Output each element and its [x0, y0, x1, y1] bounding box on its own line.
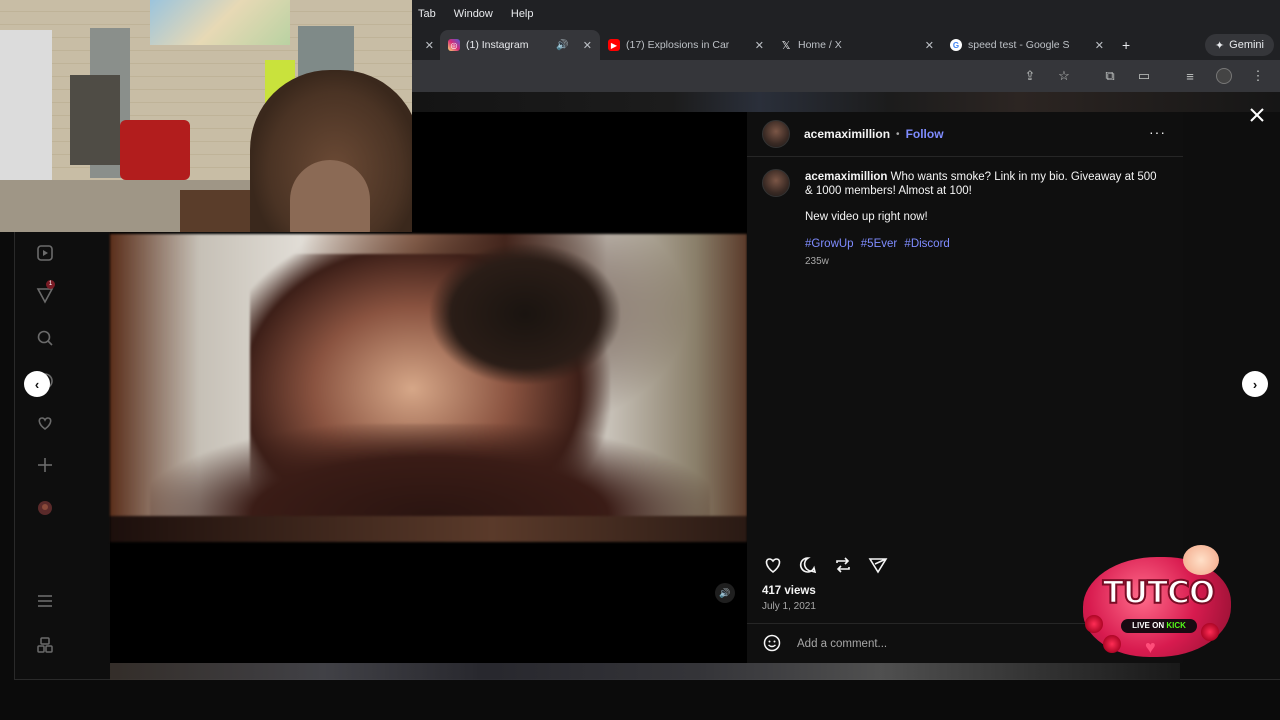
app-menubar: Tab Window Help: [412, 0, 1280, 28]
more-icon[interactable]: [34, 634, 56, 656]
wall-map: [150, 0, 290, 45]
install-app-icon[interactable]: ⇪: [1020, 66, 1040, 86]
post-age: 235w: [805, 256, 829, 267]
sparkle-icon: ✦: [1214, 39, 1225, 52]
tab-instagram[interactable]: ◎ (1) Instagram 🔊 ✕: [440, 30, 600, 60]
caption-avatar[interactable]: [762, 169, 790, 197]
gemini-label: Gemini: [1229, 39, 1264, 51]
menu-window[interactable]: Window: [454, 8, 493, 20]
cupid-icon: [1183, 545, 1219, 575]
post-actions: [761, 553, 889, 576]
hashtag-link[interactable]: #Discord: [904, 238, 949, 250]
view-count: 417 views: [762, 585, 816, 597]
page-background-strip: [412, 92, 1280, 112]
volume-icon[interactable]: 🔊: [715, 583, 735, 603]
browser-menu-icon[interactable]: ⋮: [1248, 66, 1268, 86]
bookmark-star-icon[interactable]: ☆: [1054, 66, 1074, 86]
tab-x[interactable]: 𝕏 Home / X ✕: [772, 30, 942, 60]
like-icon[interactable]: [761, 553, 784, 576]
heart-decoration-icon: ♥: [1145, 637, 1156, 657]
close-modal-icon[interactable]: [1247, 105, 1267, 125]
instagram-icon: ◎: [448, 39, 460, 51]
caption-username[interactable]: acemaximillion: [805, 171, 887, 183]
divider: [747, 156, 1183, 157]
video-frame[interactable]: [110, 234, 747, 542]
emoji-icon[interactable]: [762, 633, 782, 653]
tab-title: (1) Instagram: [466, 39, 529, 51]
youtube-icon: ▶: [608, 39, 620, 51]
more-options-icon[interactable]: ···: [1149, 124, 1166, 140]
extensions-icon[interactable]: ⧉: [1100, 66, 1120, 86]
post-header: acemaximillion • Follow: [762, 120, 944, 148]
caption-line2: New video up right now!: [805, 211, 928, 223]
repost-icon[interactable]: [831, 553, 854, 576]
logo-pill: LIVE ON KICK: [1121, 619, 1197, 633]
reels-icon[interactable]: [34, 242, 56, 264]
profile-avatar-icon[interactable]: [1214, 66, 1234, 86]
create-icon[interactable]: [34, 454, 56, 476]
menu-tab[interactable]: Tab: [418, 8, 436, 20]
next-post-button[interactable]: ›: [1242, 371, 1268, 397]
hashtag-link[interactable]: #GrowUp: [805, 238, 854, 250]
avatar[interactable]: [762, 120, 790, 148]
tab-title: speed test - Google S: [968, 39, 1070, 51]
close-icon[interactable]: ✕: [755, 39, 764, 52]
google-icon: G: [950, 39, 962, 51]
hashtag-list: #GrowUp #5Ever #Discord: [805, 238, 954, 250]
webcam-overlay: [0, 0, 412, 232]
follow-button[interactable]: Follow: [906, 127, 944, 141]
close-icon[interactable]: ✕: [425, 39, 434, 52]
video-subject-hair: [430, 244, 620, 384]
new-tab-button[interactable]: +: [1112, 30, 1140, 60]
screen: Tab Window Help ✕ ◎ (1) Instagram 🔊 ✕ ▶ …: [0, 0, 1280, 720]
browser-toolbar: ⇪ ☆ ⧉ ▭ ≡ ⋮: [412, 60, 1280, 92]
reading-list-icon[interactable]: ≡: [1180, 66, 1200, 86]
tab-youtube[interactable]: ▶ (17) Explosions in Car ✕: [600, 30, 772, 60]
notification-badge: 1: [46, 280, 55, 289]
chevron-left-icon: ‹: [34, 376, 40, 392]
close-icon[interactable]: ✕: [925, 39, 934, 52]
page-background-strip-bottom: [110, 663, 1180, 680]
streamer-face: [290, 160, 370, 232]
post-date: July 1, 2021: [762, 601, 816, 612]
streamer-logo: TUTCO LIVE ON KICK ♥: [1083, 545, 1231, 665]
comment-icon[interactable]: [796, 553, 819, 576]
speaker-icon[interactable]: 🔊: [556, 40, 568, 51]
hashtag-link[interactable]: #5Ever: [861, 238, 897, 250]
close-icon[interactable]: ✕: [1095, 39, 1104, 52]
logo-word: TUTCO: [1102, 574, 1217, 612]
previous-post-button[interactable]: ‹: [24, 371, 50, 397]
share-icon[interactable]: [866, 553, 889, 576]
tab-strip: ✕ ◎ (1) Instagram 🔊 ✕ ▶ (17) Explosions …: [412, 28, 1280, 60]
chevron-right-icon: ›: [1252, 376, 1258, 392]
side-panel-icon[interactable]: ▭: [1134, 66, 1154, 86]
video-floor: [110, 516, 747, 542]
messages-icon[interactable]: 1: [34, 280, 56, 306]
snowblower: [120, 120, 190, 180]
tab-google[interactable]: G speed test - Google S ✕: [942, 30, 1112, 60]
menu-icon[interactable]: [34, 590, 56, 612]
comment-input[interactable]: [797, 635, 1067, 653]
tab-title: (17) Explosions in Car: [626, 39, 730, 51]
x-icon: 𝕏: [781, 39, 791, 52]
tab-title: Home / X: [798, 39, 842, 51]
post-username[interactable]: acemaximillion: [804, 127, 890, 141]
profile-icon[interactable]: [34, 497, 56, 519]
tab-partial[interactable]: ✕: [412, 30, 440, 60]
heart-icon[interactable]: [34, 412, 56, 434]
instagram-sidebar: 1: [14, 232, 74, 680]
gemini-button[interactable]: ✦ Gemini: [1204, 34, 1274, 56]
close-icon[interactable]: ✕: [583, 39, 592, 52]
search-icon[interactable]: [34, 327, 56, 349]
post-caption: acemaximillion Who wants smoke? Link in …: [805, 171, 1165, 225]
separator-dot: •: [896, 128, 900, 140]
menu-help[interactable]: Help: [511, 8, 534, 20]
